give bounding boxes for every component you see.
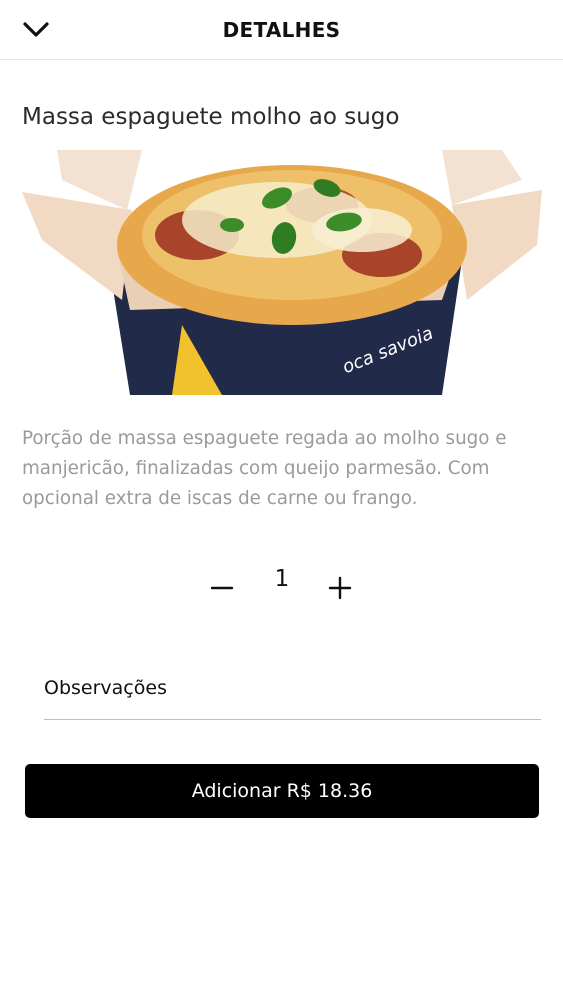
chevron-down-icon xyxy=(23,22,49,37)
add-to-cart-button[interactable]: Adicionar R$ 18.36 xyxy=(25,764,539,818)
plus-icon xyxy=(328,576,352,600)
pasta-box-illustration xyxy=(22,150,542,395)
top-bar: DETALHES xyxy=(0,0,563,60)
product-title: Massa espaguete molho ao sugo xyxy=(22,104,400,130)
product-description: Porção de massa espaguete regada ao molh… xyxy=(22,428,507,509)
notes-input[interactable] xyxy=(44,664,541,720)
minus-icon xyxy=(210,586,234,590)
quantity-value: 1 xyxy=(274,566,290,592)
decrease-quantity-button[interactable] xyxy=(200,566,244,610)
product-image: oca savoia xyxy=(22,150,542,395)
increase-quantity-button[interactable] xyxy=(318,566,362,610)
page-title: DETALHES xyxy=(222,17,341,42)
back-button[interactable] xyxy=(18,14,54,46)
